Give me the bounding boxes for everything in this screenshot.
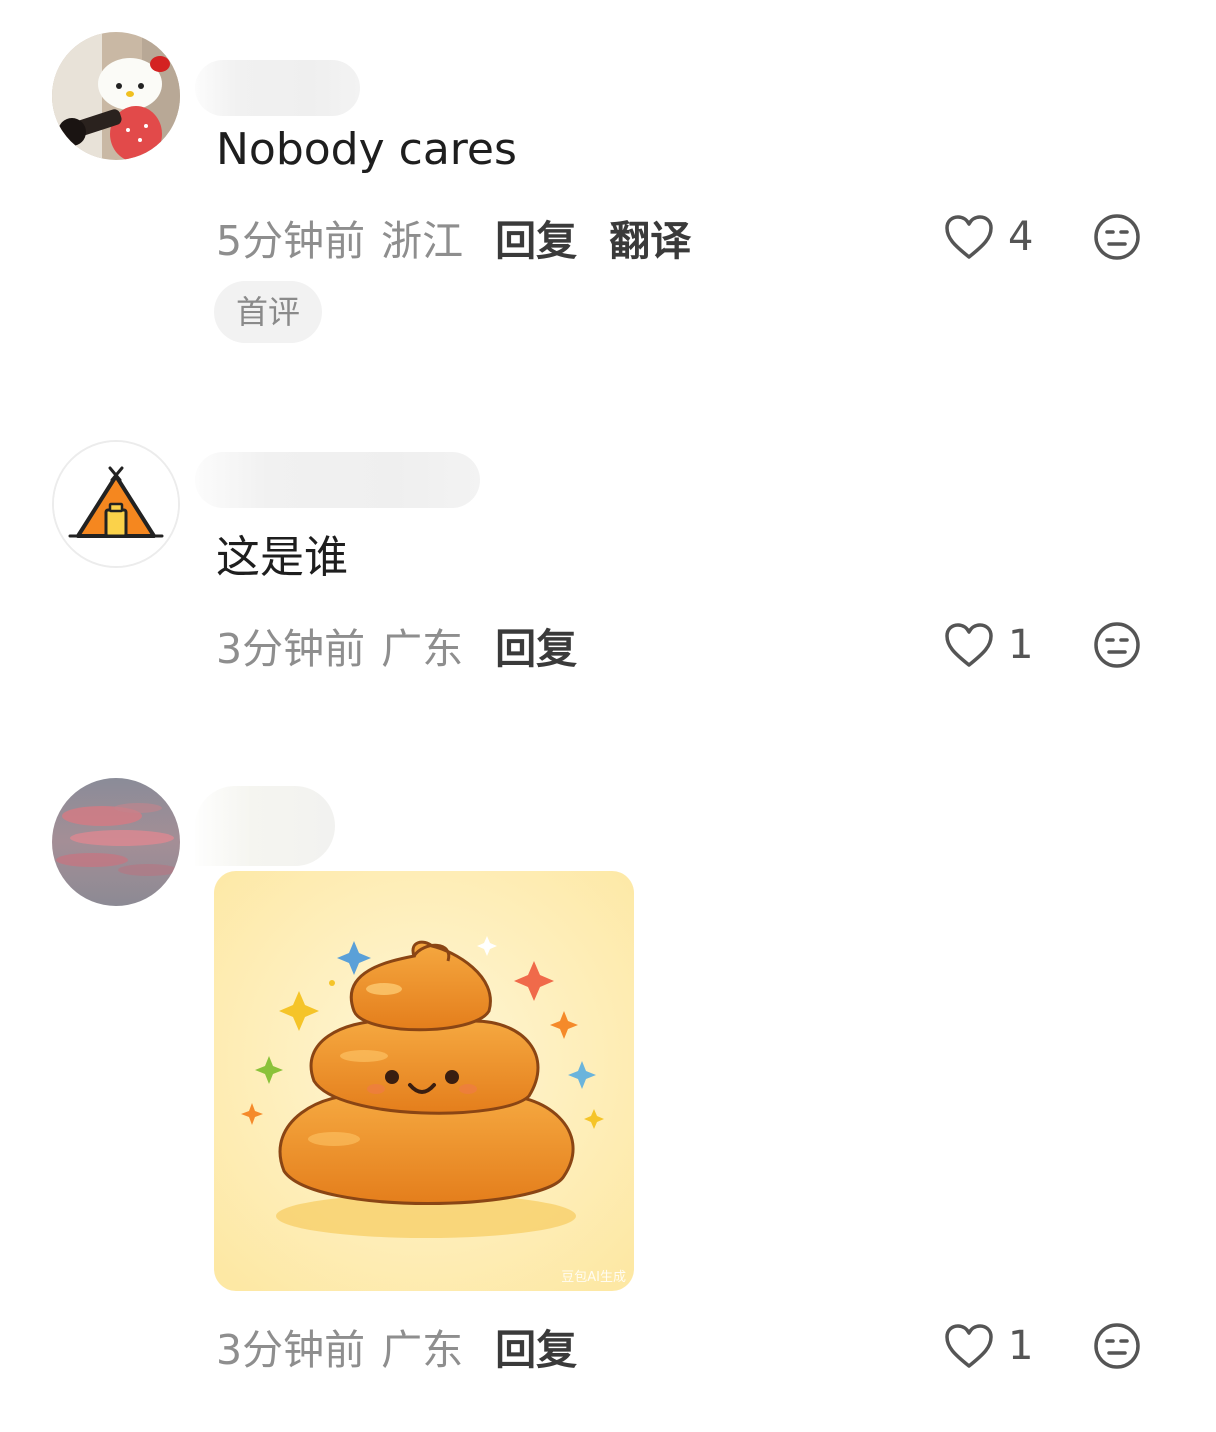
heart-icon [945, 1324, 993, 1368]
username-redacted [195, 452, 480, 508]
translate-button[interactable]: 翻译 [609, 207, 691, 267]
like-button[interactable]: 1 [944, 1318, 1033, 1374]
like-count: 4 [1008, 214, 1034, 260]
hello-kitty-photo-avatar-icon [52, 32, 180, 160]
tent-avatar-icon [54, 442, 178, 566]
like-button[interactable]: 1 [944, 617, 1033, 673]
comment-meta: 3分钟前 广东 回复 [216, 617, 577, 673]
reply-button[interactable]: 回复 [495, 207, 577, 267]
username-redacted [195, 60, 360, 116]
like-count: 1 [1008, 622, 1034, 668]
comment-region: 浙江 [381, 217, 464, 265]
poop-sticker-icon [214, 871, 634, 1291]
comment-region: 广东 [381, 625, 464, 673]
username-redacted [195, 786, 335, 866]
avatar[interactable] [52, 778, 180, 906]
reply-button[interactable]: 回复 [495, 615, 577, 675]
dislike-face-icon[interactable] [1092, 620, 1142, 670]
first-comment-badge: 首评 [214, 281, 323, 343]
comment-time: 5分钟前 [216, 217, 366, 265]
reply-button[interactable]: 回复 [495, 1316, 577, 1376]
heart-icon [945, 623, 993, 667]
comment-meta: 3分钟前 广东 回复 [216, 1318, 577, 1374]
comment-image[interactable]: 豆包AI生成 [214, 871, 634, 1291]
avatar[interactable] [52, 32, 180, 160]
like-count: 1 [1008, 1323, 1034, 1369]
comment-time: 3分钟前 [216, 1326, 366, 1374]
dislike-face-icon[interactable] [1092, 1321, 1142, 1371]
like-button[interactable]: 4 [944, 209, 1033, 265]
dislike-face-icon[interactable] [1092, 212, 1142, 262]
avatar[interactable] [52, 440, 180, 568]
comment-time: 3分钟前 [216, 625, 366, 673]
comment-text: Nobody cares [216, 124, 517, 175]
sunset-sky-avatar-icon [52, 778, 180, 906]
heart-icon [945, 215, 993, 259]
ai-watermark: 豆包AI生成 [561, 1270, 626, 1285]
comment-region: 广东 [381, 1326, 464, 1374]
comment-meta: 5分钟前 浙江 回复 翻译 [216, 209, 691, 265]
comment-text: 这是谁 [216, 532, 348, 583]
